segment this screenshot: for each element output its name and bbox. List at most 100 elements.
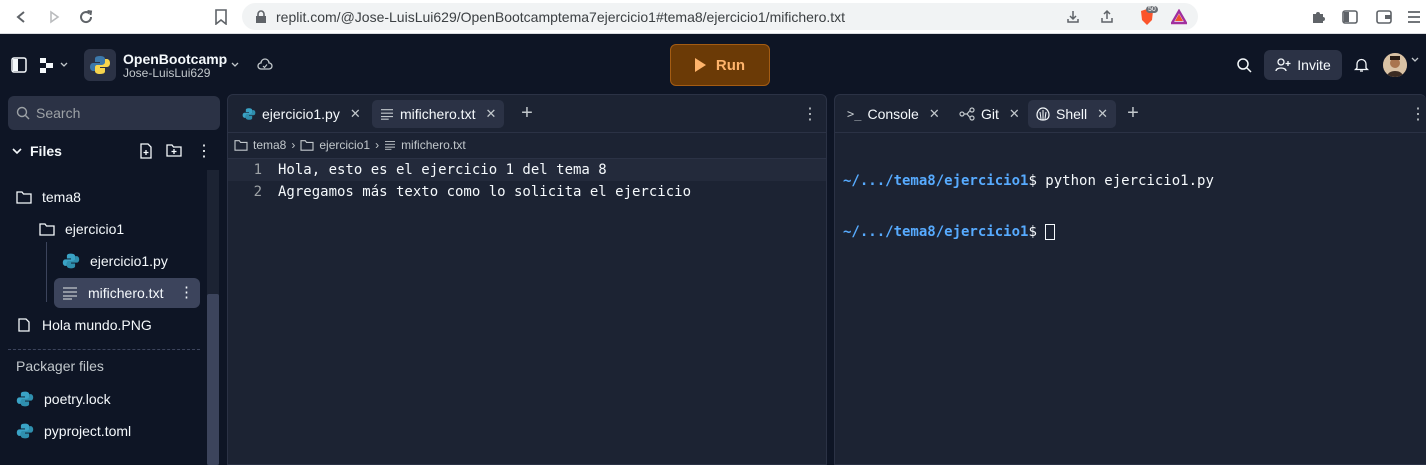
shell-icon	[1036, 107, 1050, 121]
new-file-icon[interactable]	[139, 143, 153, 159]
run-label: Run	[715, 56, 746, 74]
close-icon[interactable]: ✕	[350, 106, 361, 122]
add-tab-icon[interactable]: +	[517, 102, 537, 124]
close-icon[interactable]: ✕	[1009, 106, 1020, 122]
tree-item-label: mifichero.txt	[88, 285, 164, 301]
search-icon	[16, 106, 30, 120]
files-title: Files	[30, 143, 62, 159]
browser-toolbar: replit.com/@Jose-LuisLui629/OpenBootcamp…	[0, 0, 1426, 34]
invite-label: Invite	[1297, 57, 1331, 73]
back-icon[interactable]	[12, 7, 32, 27]
install-app-icon[interactable]	[1064, 8, 1082, 26]
chevron-down-icon	[12, 148, 22, 155]
code-editor[interactable]: 1 Hola, esto es el ejercicio 1 del tema …	[228, 159, 826, 203]
tab-mifichero-txt[interactable]: mifichero.txt ✕	[372, 100, 505, 128]
reload-icon[interactable]	[76, 7, 96, 27]
close-icon[interactable]: ✕	[485, 106, 496, 122]
python-icon	[16, 391, 34, 407]
python-icon	[242, 108, 256, 120]
search-input[interactable]: Search	[8, 96, 220, 130]
brave-rewards-icon[interactable]	[1170, 8, 1188, 26]
tree-item-label: ejercicio1.py	[90, 253, 168, 269]
folder-icon	[16, 191, 32, 204]
tree-item-label: pyproject.toml	[44, 423, 132, 439]
add-tab-icon[interactable]: +	[1123, 102, 1143, 124]
code-line[interactable]: 1 Hola, esto es el ejercicio 1 del tema …	[228, 159, 826, 181]
add-user-icon	[1275, 58, 1291, 72]
forward-icon[interactable]	[44, 7, 64, 27]
files-header[interactable]: Files ⋮	[8, 141, 213, 161]
replit-menu-button[interactable]	[38, 56, 68, 74]
python-repl-icon[interactable]	[84, 49, 116, 81]
repl-title[interactable]: OpenBootcamp	[123, 51, 227, 67]
terminal-command: python ejercicio1.py	[1045, 173, 1214, 189]
packager-files-title: Packager files	[16, 358, 104, 374]
folder-icon	[300, 140, 314, 151]
address-bar[interactable]: replit.com/@Jose-LuisLui629/OpenBootcamp…	[242, 3, 1198, 30]
run-button[interactable]: Run	[670, 44, 770, 86]
breadcrumb-item[interactable]: tema8	[253, 138, 286, 152]
repl-owner[interactable]: Jose-LuisLui629	[123, 66, 210, 80]
editor-tabbar: ejercicio1.py ✕ mifichero.txt ✕ + ⋮	[228, 95, 826, 133]
close-icon[interactable]: ✕	[1097, 106, 1108, 122]
terminal-output[interactable]: ~/.../tema8/ejercicio1$ python ejercicio…	[843, 139, 1214, 275]
folder-icon	[39, 223, 55, 236]
replit-logo-icon	[40, 58, 53, 73]
invite-button[interactable]: Invite	[1264, 50, 1342, 80]
terminal-cursor[interactable]	[1045, 224, 1056, 240]
cloud-sync-icon[interactable]	[257, 58, 273, 72]
chevron-down-icon	[60, 62, 68, 67]
sidebar-toggle-icon[interactable]	[1340, 7, 1360, 27]
file-more-icon[interactable]: ⋮	[179, 283, 194, 301]
tree-file-ejercicio1-py[interactable]: ejercicio1.py	[62, 246, 168, 276]
toggle-sidebar-icon[interactable]	[11, 57, 27, 73]
files-more-icon[interactable]: ⋮	[196, 141, 212, 161]
avatar[interactable]	[1383, 53, 1407, 77]
tree-file-pyproject-toml[interactable]: pyproject.toml	[16, 416, 131, 446]
search-icon[interactable]	[1236, 57, 1252, 73]
tab-ejercicio1-py[interactable]: ejercicio1.py ✕	[234, 100, 369, 128]
share-icon[interactable]	[1098, 8, 1116, 26]
notifications-bell-icon[interactable]	[1354, 57, 1369, 73]
bookmark-icon[interactable]	[211, 7, 231, 27]
shell-tabbar: >_ Console ✕ Git ✕ Shell ✕ + ⋮	[835, 95, 1426, 133]
code-line-text[interactable]: Agregamos más texto como lo solicita el …	[278, 184, 691, 200]
brave-shields-icon[interactable]: 50	[1136, 6, 1158, 26]
divider	[8, 349, 200, 350]
url-text[interactable]: replit.com/@Jose-LuisLui629/OpenBootcamp…	[276, 9, 845, 25]
folder-icon	[234, 140, 248, 151]
file-sidebar: Search Files ⋮ tema8 ejercicio1 ejercici…	[0, 94, 220, 465]
python-icon	[62, 253, 80, 269]
tab-label: Shell	[1056, 106, 1088, 122]
tab-git[interactable]: Git ✕	[951, 100, 1028, 128]
menu-icon[interactable]	[1404, 7, 1424, 27]
editor-more-icon[interactable]: ⋮	[802, 104, 818, 124]
chevron-right-icon: ›	[291, 138, 296, 152]
close-icon[interactable]: ✕	[929, 106, 940, 122]
tab-shell[interactable]: Shell ✕	[1028, 100, 1117, 128]
tree-indent-guide	[46, 242, 47, 302]
terminal-prompt: $	[1028, 224, 1046, 240]
tree-file-hola-mundo-png[interactable]: Hola mundo.PNG	[16, 310, 152, 340]
tree-item-label: tema8	[42, 189, 81, 205]
breadcrumb-item[interactable]: ejercicio1	[319, 138, 370, 152]
lock-icon[interactable]	[252, 8, 270, 26]
new-folder-icon[interactable]	[166, 143, 182, 157]
chevron-down-icon[interactable]	[1411, 57, 1419, 63]
code-line-text[interactable]: Hola, esto es el ejercicio 1 del tema 8	[278, 162, 607, 178]
tree-file-poetry-lock[interactable]: poetry.lock	[16, 384, 111, 414]
tab-label: Console	[867, 106, 919, 122]
tree-folder-ejercicio1[interactable]: ejercicio1	[39, 214, 124, 244]
code-line[interactable]: 2 Agregamos más texto como lo solicita e…	[228, 181, 826, 203]
sidebar-scrollbar-thumb[interactable]	[207, 294, 219, 465]
text-file-icon	[63, 287, 77, 300]
tree-file-mifichero-txt[interactable]: mifichero.txt ⋮	[54, 278, 200, 308]
breadcrumb-item[interactable]: mifichero.txt	[401, 138, 466, 152]
python-icon	[16, 423, 34, 439]
tab-console[interactable]: >_ Console ✕	[839, 100, 948, 128]
wallet-icon[interactable]	[1374, 7, 1394, 27]
extensions-icon[interactable]	[1308, 7, 1328, 27]
tree-folder-tema8[interactable]: tema8	[16, 182, 81, 212]
shell-more-icon[interactable]: ⋮	[1410, 104, 1426, 124]
chevron-down-icon[interactable]	[231, 62, 239, 68]
